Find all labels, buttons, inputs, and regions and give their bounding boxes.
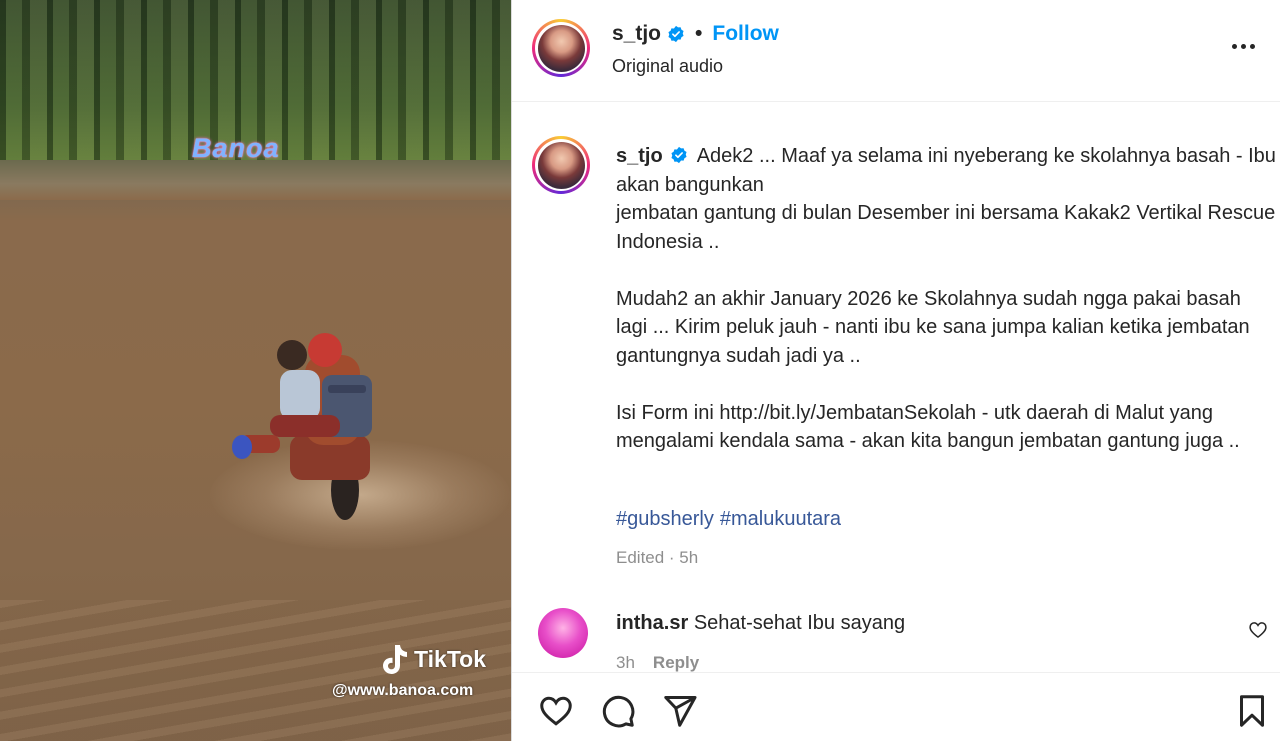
more-options-icon[interactable] [1232, 36, 1260, 56]
caption-username[interactable]: s_tjo [616, 145, 663, 167]
hashtag-link[interactable]: #malukuutara [720, 508, 841, 530]
caption-paragraph: jembatan gantung di bulan Desember ini b… [616, 202, 1276, 253]
author-username[interactable]: s_tjo [612, 22, 661, 46]
author-avatar[interactable] [532, 19, 590, 77]
comment-time: 3h [616, 653, 635, 672]
original-audio-link[interactable]: Original audio [612, 56, 723, 77]
avatar-image [537, 141, 585, 189]
commenter-avatar[interactable] [538, 608, 588, 658]
comment-meta: 3h Reply [616, 653, 699, 673]
share-icon[interactable] [662, 693, 698, 729]
banoa-watermark: Banoa [192, 133, 280, 163]
verified-badge-icon [668, 25, 684, 43]
motorcycle-rider-figure [232, 333, 372, 520]
caption-paragraph: Isi Form ini http://bit.ly/JembatanSekol… [616, 401, 1240, 453]
post-header: s_tjo • Follow Original audio [512, 0, 1280, 102]
hashtag-list: #gubsherly #malukuutara [616, 508, 847, 531]
heart-icon[interactable] [1248, 620, 1268, 640]
tiktok-handle: @www.banoa.com [332, 682, 474, 699]
post-caption: s_tjo Adek2 ... Maaf ya selama ini nyebe… [616, 142, 1276, 456]
follow-button[interactable]: Follow [712, 22, 779, 46]
edited-timestamp: Edited · 5h [616, 548, 699, 567]
caption-paragraph: Mudah2 an akhir January 2026 ke Skolahny… [616, 287, 1250, 367]
caption-paragraph: s_tjo Adek2 ... Maaf ya selama ini nyebe… [616, 142, 1276, 199]
tiktok-label: TikTok [414, 645, 486, 672]
verified-badge-icon [671, 146, 687, 164]
avatar-image [537, 24, 585, 72]
river-bank [0, 160, 512, 200]
post-actions-bar [512, 672, 1280, 742]
comment-item: intha.sr Sehat-sehat Ibu sayang [616, 612, 905, 635]
commenter-username[interactable]: intha.sr [616, 612, 688, 634]
separator-dot: • [695, 22, 703, 45]
reply-button[interactable]: Reply [653, 653, 699, 673]
tiktok-badge: TikTok [378, 643, 486, 675]
heart-icon[interactable] [538, 693, 574, 729]
bookmark-icon[interactable] [1234, 693, 1270, 729]
caption-author-avatar[interactable] [532, 136, 590, 194]
post-media[interactable]: Banoa TikTok @www.banoa.com [0, 0, 512, 741]
author-line: s_tjo • Follow [612, 22, 779, 46]
hashtag-link[interactable]: #gubsherly [616, 508, 714, 530]
caption-text: Adek2 ... Maaf ya selama ini nyeberang k… [616, 145, 1276, 196]
post-details-panel: s_tjo • Follow Original audio s_tjo Adek… [512, 0, 1280, 742]
comment-icon[interactable] [600, 693, 636, 729]
tiktok-logo-icon [383, 645, 407, 674]
comment-text: Sehat-sehat Ibu sayang [693, 612, 906, 634]
